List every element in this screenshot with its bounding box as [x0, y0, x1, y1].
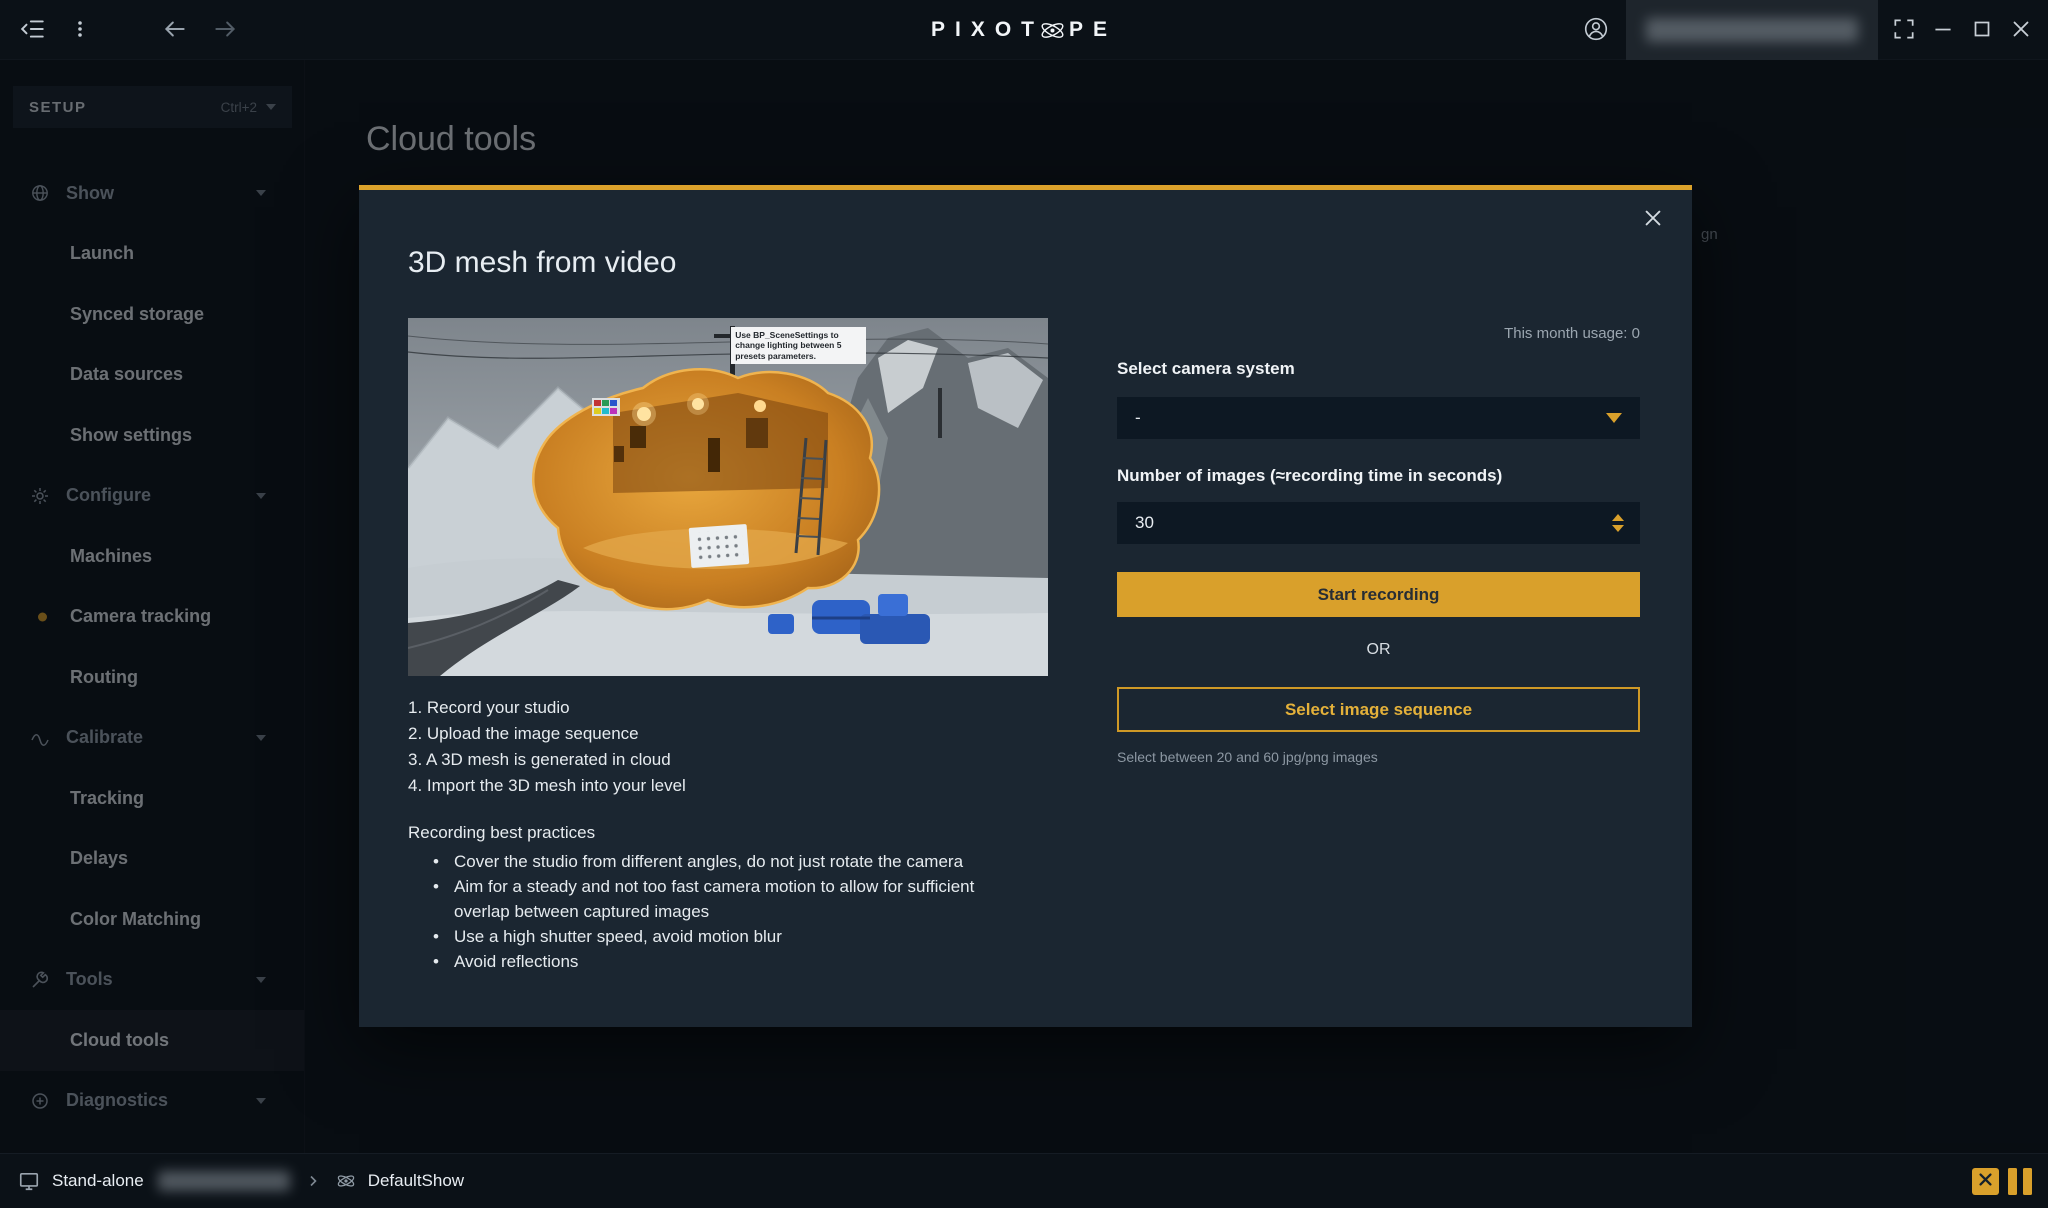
start-recording-button[interactable]: Start recording — [1117, 572, 1640, 617]
user-name-blurred — [1626, 0, 1878, 60]
machine-icon — [18, 1170, 40, 1192]
step-item: 3. A 3D mesh is generated in cloud — [408, 747, 686, 773]
dialog-close-button[interactable] — [1642, 208, 1664, 230]
number-of-images-input[interactable] — [1117, 513, 1640, 533]
chevron-right-icon — [306, 1174, 320, 1188]
practice-item: Cover the studio from different angles, … — [408, 849, 993, 874]
studio-scan-preview: Use BP_SceneSettings to change lighting … — [408, 318, 1048, 676]
arrow-left-icon — [162, 16, 188, 45]
stop-show-button[interactable] — [1972, 1168, 1999, 1195]
image-count-hint: Select between 20 and 60 jpg/png images — [1117, 749, 1378, 765]
atom-icon — [1039, 17, 1066, 44]
user-icon — [1583, 16, 1609, 45]
practice-item: Use a high shutter speed, avoid motion b… — [408, 924, 993, 949]
step-item: 2. Upload the image sequence — [408, 721, 686, 747]
collapse-sidebar-button[interactable] — [20, 17, 46, 43]
topbar-right-controls — [1583, 0, 2034, 60]
logo-text-left: PIXOT — [931, 18, 1044, 42]
pixotope-logo: PIXOT PE — [931, 0, 1117, 60]
show-name-label: DefaultShow — [368, 1171, 464, 1191]
topbar: PIXOT PE — [0, 0, 2048, 60]
stepper-down-icon[interactable] — [1612, 525, 1624, 532]
arrow-right-icon — [212, 16, 238, 45]
close-icon — [2008, 16, 2034, 45]
number-of-images-field — [1117, 502, 1640, 544]
pause-bar-icon — [2023, 1168, 2032, 1195]
expand-icon — [1891, 16, 1917, 45]
scene-settings-note: Use BP_SceneSettings to change lighting … — [731, 327, 865, 365]
minimize-icon — [1930, 16, 1956, 45]
dialog-title: 3D mesh from video — [408, 246, 676, 280]
camera-system-label: Select camera system — [1117, 359, 1295, 379]
pause-bar-icon — [2008, 1168, 2017, 1195]
collapse-sidebar-icon — [20, 16, 46, 45]
dialog-form: This month usage: 0 Select camera system… — [1117, 190, 1640, 1027]
statusbar-actions — [1972, 1168, 2032, 1195]
expand-window-button[interactable] — [1891, 17, 1917, 43]
number-stepper — [1612, 514, 1624, 532]
close-window-button[interactable] — [2008, 17, 2034, 43]
app-window: PIXOT PE — [0, 0, 2048, 1208]
steps-list: 1. Record your studio 2. Upload the imag… — [408, 695, 686, 799]
number-of-images-label: Number of images (≈recording time in sec… — [1117, 466, 1502, 486]
redacted-text — [1646, 18, 1858, 42]
mode-label: Stand-alone — [52, 1171, 144, 1191]
stepper-up-icon[interactable] — [1612, 514, 1624, 521]
maximize-window-button[interactable] — [1969, 17, 1995, 43]
machine-name-blurred — [158, 1171, 290, 1191]
account-button[interactable] — [1583, 17, 1609, 43]
mesh-from-video-dialog: 3D mesh from video — [359, 185, 1692, 1027]
practice-item: Avoid reflections — [408, 949, 993, 974]
maximize-icon — [1969, 16, 1995, 45]
best-practices-title: Recording best practices — [408, 823, 595, 843]
topbar-left-controls — [20, 0, 238, 60]
minimize-window-button[interactable] — [1930, 17, 1956, 43]
chevron-down-icon — [1606, 413, 1622, 423]
pause-show-button[interactable] — [2008, 1168, 2032, 1195]
kebab-menu-button[interactable] — [70, 20, 90, 40]
statusbar: Stand-alone DefaultShow — [0, 1153, 2048, 1208]
logo-text-right: PE — [1069, 18, 1117, 42]
camera-system-select[interactable]: - — [1117, 397, 1640, 439]
kebab-menu-icon — [70, 19, 90, 42]
usage-counter: This month usage: 0 — [1504, 325, 1640, 342]
nav-forward-button[interactable] — [212, 17, 238, 43]
close-icon — [1642, 207, 1664, 232]
best-practices-list: Cover the studio from different angles, … — [408, 849, 993, 974]
select-image-sequence-button[interactable]: Select image sequence — [1117, 687, 1640, 732]
nav-back-button[interactable] — [162, 17, 188, 43]
step-item: 1. Record your studio — [408, 695, 686, 721]
or-separator: OR — [1117, 641, 1640, 659]
close-icon — [1977, 1171, 1994, 1191]
studio-scan-art — [408, 318, 1048, 676]
show-icon — [336, 1171, 356, 1191]
step-item: 4. Import the 3D mesh into your level — [408, 773, 686, 799]
camera-system-value: - — [1135, 408, 1141, 428]
practice-item: Aim for a steady and not too fast camera… — [408, 874, 993, 924]
